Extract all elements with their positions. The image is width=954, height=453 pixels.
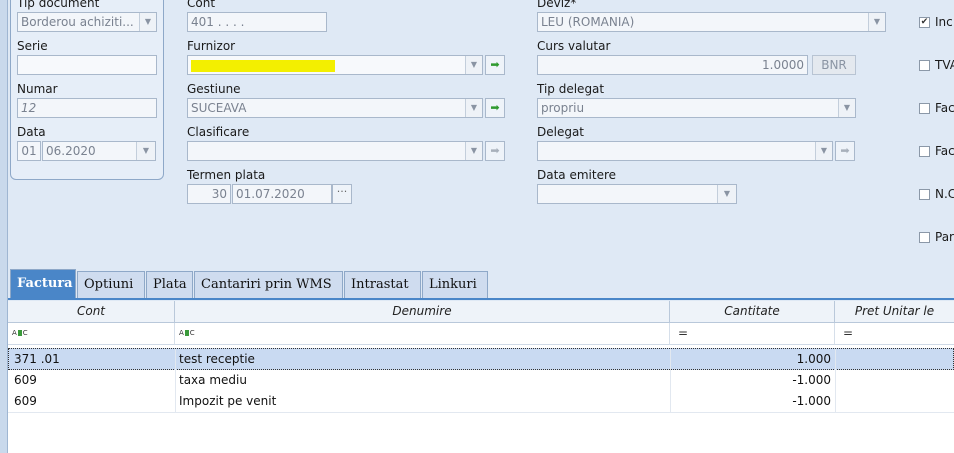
chevron-down-icon[interactable]: ▼ [139,13,156,31]
column-header-cont[interactable]: Cont [8,301,175,323]
numar-input[interactable]: 12 [17,98,157,118]
furnizor-redacted-highlight [191,60,335,72]
clasificare-go-arrow-icon[interactable]: ➡ [485,141,505,161]
checkbox-tva[interactable] [919,60,930,71]
data-emitere-label: Data emitere [537,168,617,182]
row1-denumire[interactable]: test receptie [179,349,255,370]
checkbox-fac-1-label: Fac [935,101,954,115]
row1-cont[interactable]: 371 .01 [14,349,60,370]
row-divider [8,412,954,413]
row2-cont[interactable]: 609 [14,370,37,391]
row3-denumire[interactable]: Impozit pe venit [179,391,276,412]
furnizor-label: Furnizor [187,39,236,53]
checkbox-fac-1[interactable] [919,103,930,114]
gestiune-go-arrow-icon[interactable]: ➡ [485,98,505,118]
column-divider [835,349,836,413]
tab-cantariri-prin-wms[interactable]: Cantariri prin WMS [194,271,343,299]
termen-plata-date-input[interactable]: 01.07.2020 [232,184,332,204]
filter-denumire[interactable]: AC [175,323,670,345]
furnizor-go-arrow-icon[interactable]: ➡ [485,55,505,75]
chevron-down-icon[interactable]: ▼ [136,142,155,160]
row3-cantitate[interactable]: -1.000 [670,391,831,412]
deviz-label: Deviz* [537,0,577,10]
delegat-go-arrow-icon[interactable]: ➡ [835,141,855,161]
termen-plata-ellipsis-button[interactable]: ··· [332,184,352,204]
filter-cont[interactable]: AC [8,323,175,345]
deviz-select[interactable]: LEU (ROMANIA) ▼ [537,12,886,32]
data-emitere-select[interactable]: ▼ [537,184,737,204]
column-header-denumire[interactable]: Denumire [175,301,670,323]
termen-plata-label: Termen plata [187,168,266,182]
tip-document-label: Tip document [17,0,100,10]
tip-document-select[interactable]: Borderou achiziti... ▼ [17,12,157,32]
clasificare-select[interactable]: ▼ [187,141,483,161]
tab-linkuri[interactable]: Linkuri [422,271,488,299]
clasificare-label: Clasificare [187,125,250,139]
row2-denumire[interactable]: taxa mediu [179,370,247,391]
checkbox-nc[interactable] [919,189,930,200]
checkbox-fac-2[interactable] [919,146,930,157]
checkbox-inc-label: Inc [935,15,953,29]
numar-label: Numar [17,82,58,96]
curs-valutar-label: Curs valutar [537,39,611,53]
delegat-select[interactable]: ▼ [537,141,833,161]
tab-factura[interactable]: Factura [10,269,76,299]
column-header-cantitate[interactable]: Cantitate [670,301,835,323]
tip-delegat-select[interactable]: propriu ▼ [537,98,856,118]
row3-cont[interactable]: 609 [14,391,37,412]
data-day-input[interactable]: 01 [17,141,41,161]
column-header-pret-unitar[interactable]: Pret Unitar le [835,301,954,323]
filter-cantitate[interactable]: = [670,323,835,345]
chevron-down-icon[interactable]: ▼ [868,13,885,31]
row1-cantitate[interactable]: 1.000 [670,349,831,370]
data-date-input[interactable]: 06.2020 ▼ [42,141,156,161]
chevron-down-icon[interactable]: ▼ [465,99,482,117]
gestiune-value: SUCEAVA [191,101,247,115]
chevron-down-icon[interactable]: ▼ [717,185,736,203]
column-divider [175,349,176,413]
cont-input[interactable]: 401 . . . . [187,12,327,32]
curs-valutar-input[interactable]: 1.0000 [537,55,808,75]
row2-cantitate[interactable]: -1.000 [670,370,831,391]
tip-document-value: Borderou achiziti... [21,15,134,29]
gestiune-label: Gestiune [187,82,241,96]
tip-delegat-label: Tip delegat [537,82,605,96]
tip-delegat-value: propriu [541,101,585,115]
delegat-label: Delegat [537,125,585,139]
checkbox-par[interactable] [919,232,930,243]
filter-pret-unitar[interactable]: = [835,323,954,345]
text-filter-icon: AC [12,329,28,337]
text-filter-icon: AC [179,329,195,337]
tab-underline [8,298,954,300]
bnr-button[interactable]: BNR [812,55,856,75]
chevron-down-icon[interactable]: ▼ [815,142,832,160]
left-border-bar [0,0,8,453]
serie-label: Serie [17,39,48,53]
checkbox-tva-label: TVA [935,58,954,72]
tab-plata[interactable]: Plata [146,271,193,299]
cont-label: Cont [187,0,216,10]
deviz-value: LEU (ROMANIA) [541,15,635,29]
furnizor-select[interactable]: ▼ [187,55,483,75]
numar-value: 12 [21,101,37,115]
gestiune-select[interactable]: SUCEAVA ▼ [187,98,483,118]
checkbox-fac-2-label: Fac [935,144,954,158]
chevron-down-icon[interactable]: ▼ [465,56,482,74]
chevron-down-icon[interactable]: ▼ [465,142,482,160]
data-label: Data [17,125,46,139]
chevron-down-icon[interactable]: ▼ [838,99,855,117]
tab-intrastat[interactable]: Intrastat [344,271,421,299]
serie-input[interactable] [17,55,157,75]
data-date-value: 06.2020 [46,144,96,158]
tab-optiuni[interactable]: Optiuni [77,271,145,299]
checkbox-inc[interactable]: ✔ [919,17,930,28]
checkbox-par-label: Par [935,230,954,244]
termen-plata-days-input[interactable]: 30 [187,184,231,204]
checkbox-nc-label: N.C [935,187,954,201]
checkmark-icon: ✔ [920,17,929,27]
